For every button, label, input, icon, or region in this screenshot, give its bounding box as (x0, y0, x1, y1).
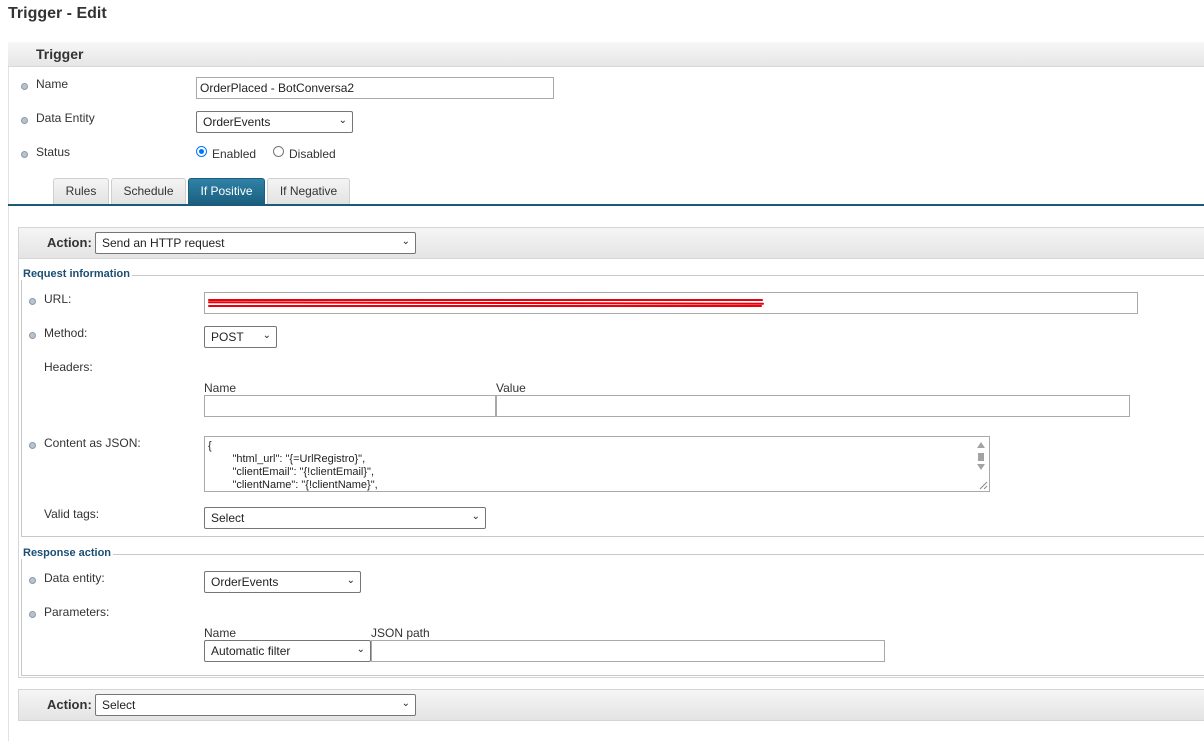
resize-handle-icon[interactable] (978, 480, 988, 490)
parameter-name-select[interactable]: Automatic filter ⌄ (204, 640, 371, 662)
action-label-2: Action: (47, 697, 92, 712)
parameters-label: Parameters: (44, 605, 110, 619)
bullet-icon (29, 442, 36, 449)
chevron-down-icon: ⌄ (401, 236, 410, 247)
status-disabled-label[interactable]: Disabled (289, 147, 336, 161)
json-line: "clientName": "{!clientName}", (208, 479, 378, 491)
trigger-panel-header (8, 42, 1204, 67)
data-entity-select-value: OrderEvents (203, 115, 271, 129)
scroll-thumb[interactable] (978, 453, 984, 461)
chevron-down-icon: ⌄ (262, 330, 271, 341)
page-title: Trigger - Edit (8, 5, 107, 22)
bullet-icon (21, 151, 28, 158)
response-data-entity-select-value: OrderEvents (211, 575, 279, 589)
status-label: Status (36, 145, 71, 159)
headers-label: Headers: (44, 360, 93, 374)
data-entity-label: Data Entity (36, 111, 95, 125)
name-label: Name (36, 77, 69, 91)
response-action-legend: Response action (21, 547, 114, 559)
request-information-legend: Request information (21, 268, 132, 280)
action-select[interactable]: Send an HTTP request ⌄ (95, 232, 416, 254)
parameters-json-path-column: JSON path (371, 626, 430, 640)
chevron-down-icon: ⌄ (401, 698, 410, 709)
json-line: "clientEmail": "{!clientEmail}", (208, 466, 375, 478)
status-disabled-radio[interactable] (273, 146, 284, 157)
chevron-down-icon: ⌄ (346, 575, 355, 586)
action-select-2-value: Select (102, 698, 136, 712)
scroll-down-icon[interactable] (977, 464, 985, 470)
response-data-entity-label: Data entity: (44, 571, 105, 585)
tab-divider (8, 204, 1204, 206)
scroll-up-icon[interactable] (977, 442, 985, 448)
trigger-panel-title: Trigger (36, 46, 84, 62)
url-input[interactable] (204, 292, 1138, 314)
method-select[interactable]: POST ⌄ (204, 326, 277, 348)
action-select-2[interactable]: Select ⌄ (95, 694, 416, 716)
tab-if-negative[interactable]: If Negative (267, 178, 350, 204)
response-data-entity-select[interactable]: OrderEvents ⌄ (204, 571, 361, 593)
chevron-down-icon: ⌄ (356, 644, 365, 655)
valid-tags-label: Valid tags: (44, 507, 100, 521)
bullet-icon (29, 298, 36, 305)
json-path-input[interactable] (371, 640, 885, 662)
chevron-down-icon: ⌄ (338, 115, 347, 126)
tab-schedule[interactable]: Schedule (111, 178, 186, 204)
bullet-icon (29, 611, 36, 618)
redaction-mark (208, 305, 762, 307)
valid-tags-select-value: Select (211, 511, 245, 525)
status-enabled-radio[interactable] (196, 146, 207, 157)
headers-name-column: Name (204, 381, 237, 395)
action-label: Action: (47, 235, 92, 250)
method-label: Method: (44, 326, 88, 340)
chevron-down-icon: ⌄ (471, 511, 480, 522)
status-enabled-label[interactable]: Enabled (212, 147, 256, 161)
bullet-icon (29, 577, 36, 584)
content-json-label: Content as JSON: (44, 436, 141, 450)
content-json-textarea[interactable]: { "html_url": "{=UrlRegistro}", "clientE… (204, 436, 990, 492)
headers-value-column: Value (496, 381, 526, 395)
bullet-icon (21, 83, 28, 90)
json-line: { (208, 440, 212, 452)
name-input[interactable] (196, 77, 554, 99)
tab-rules[interactable]: Rules (53, 178, 109, 204)
json-line: "html_url": "{=UrlRegistro}", (208, 453, 366, 465)
valid-tags-select[interactable]: Select ⌄ (204, 507, 486, 529)
action-select-value: Send an HTTP request (102, 236, 225, 250)
header-name-input[interactable] (204, 395, 496, 417)
bullet-icon (29, 332, 36, 339)
parameter-name-select-value: Automatic filter (211, 644, 291, 658)
header-value-input[interactable] (496, 395, 1130, 417)
tab-if-positive[interactable]: If Positive (188, 178, 265, 204)
method-select-value: POST (211, 330, 244, 344)
bullet-icon (21, 117, 28, 124)
data-entity-select[interactable]: OrderEvents ⌄ (196, 111, 353, 133)
url-label: URL: (44, 292, 72, 306)
parameters-name-column: Name (204, 626, 237, 640)
